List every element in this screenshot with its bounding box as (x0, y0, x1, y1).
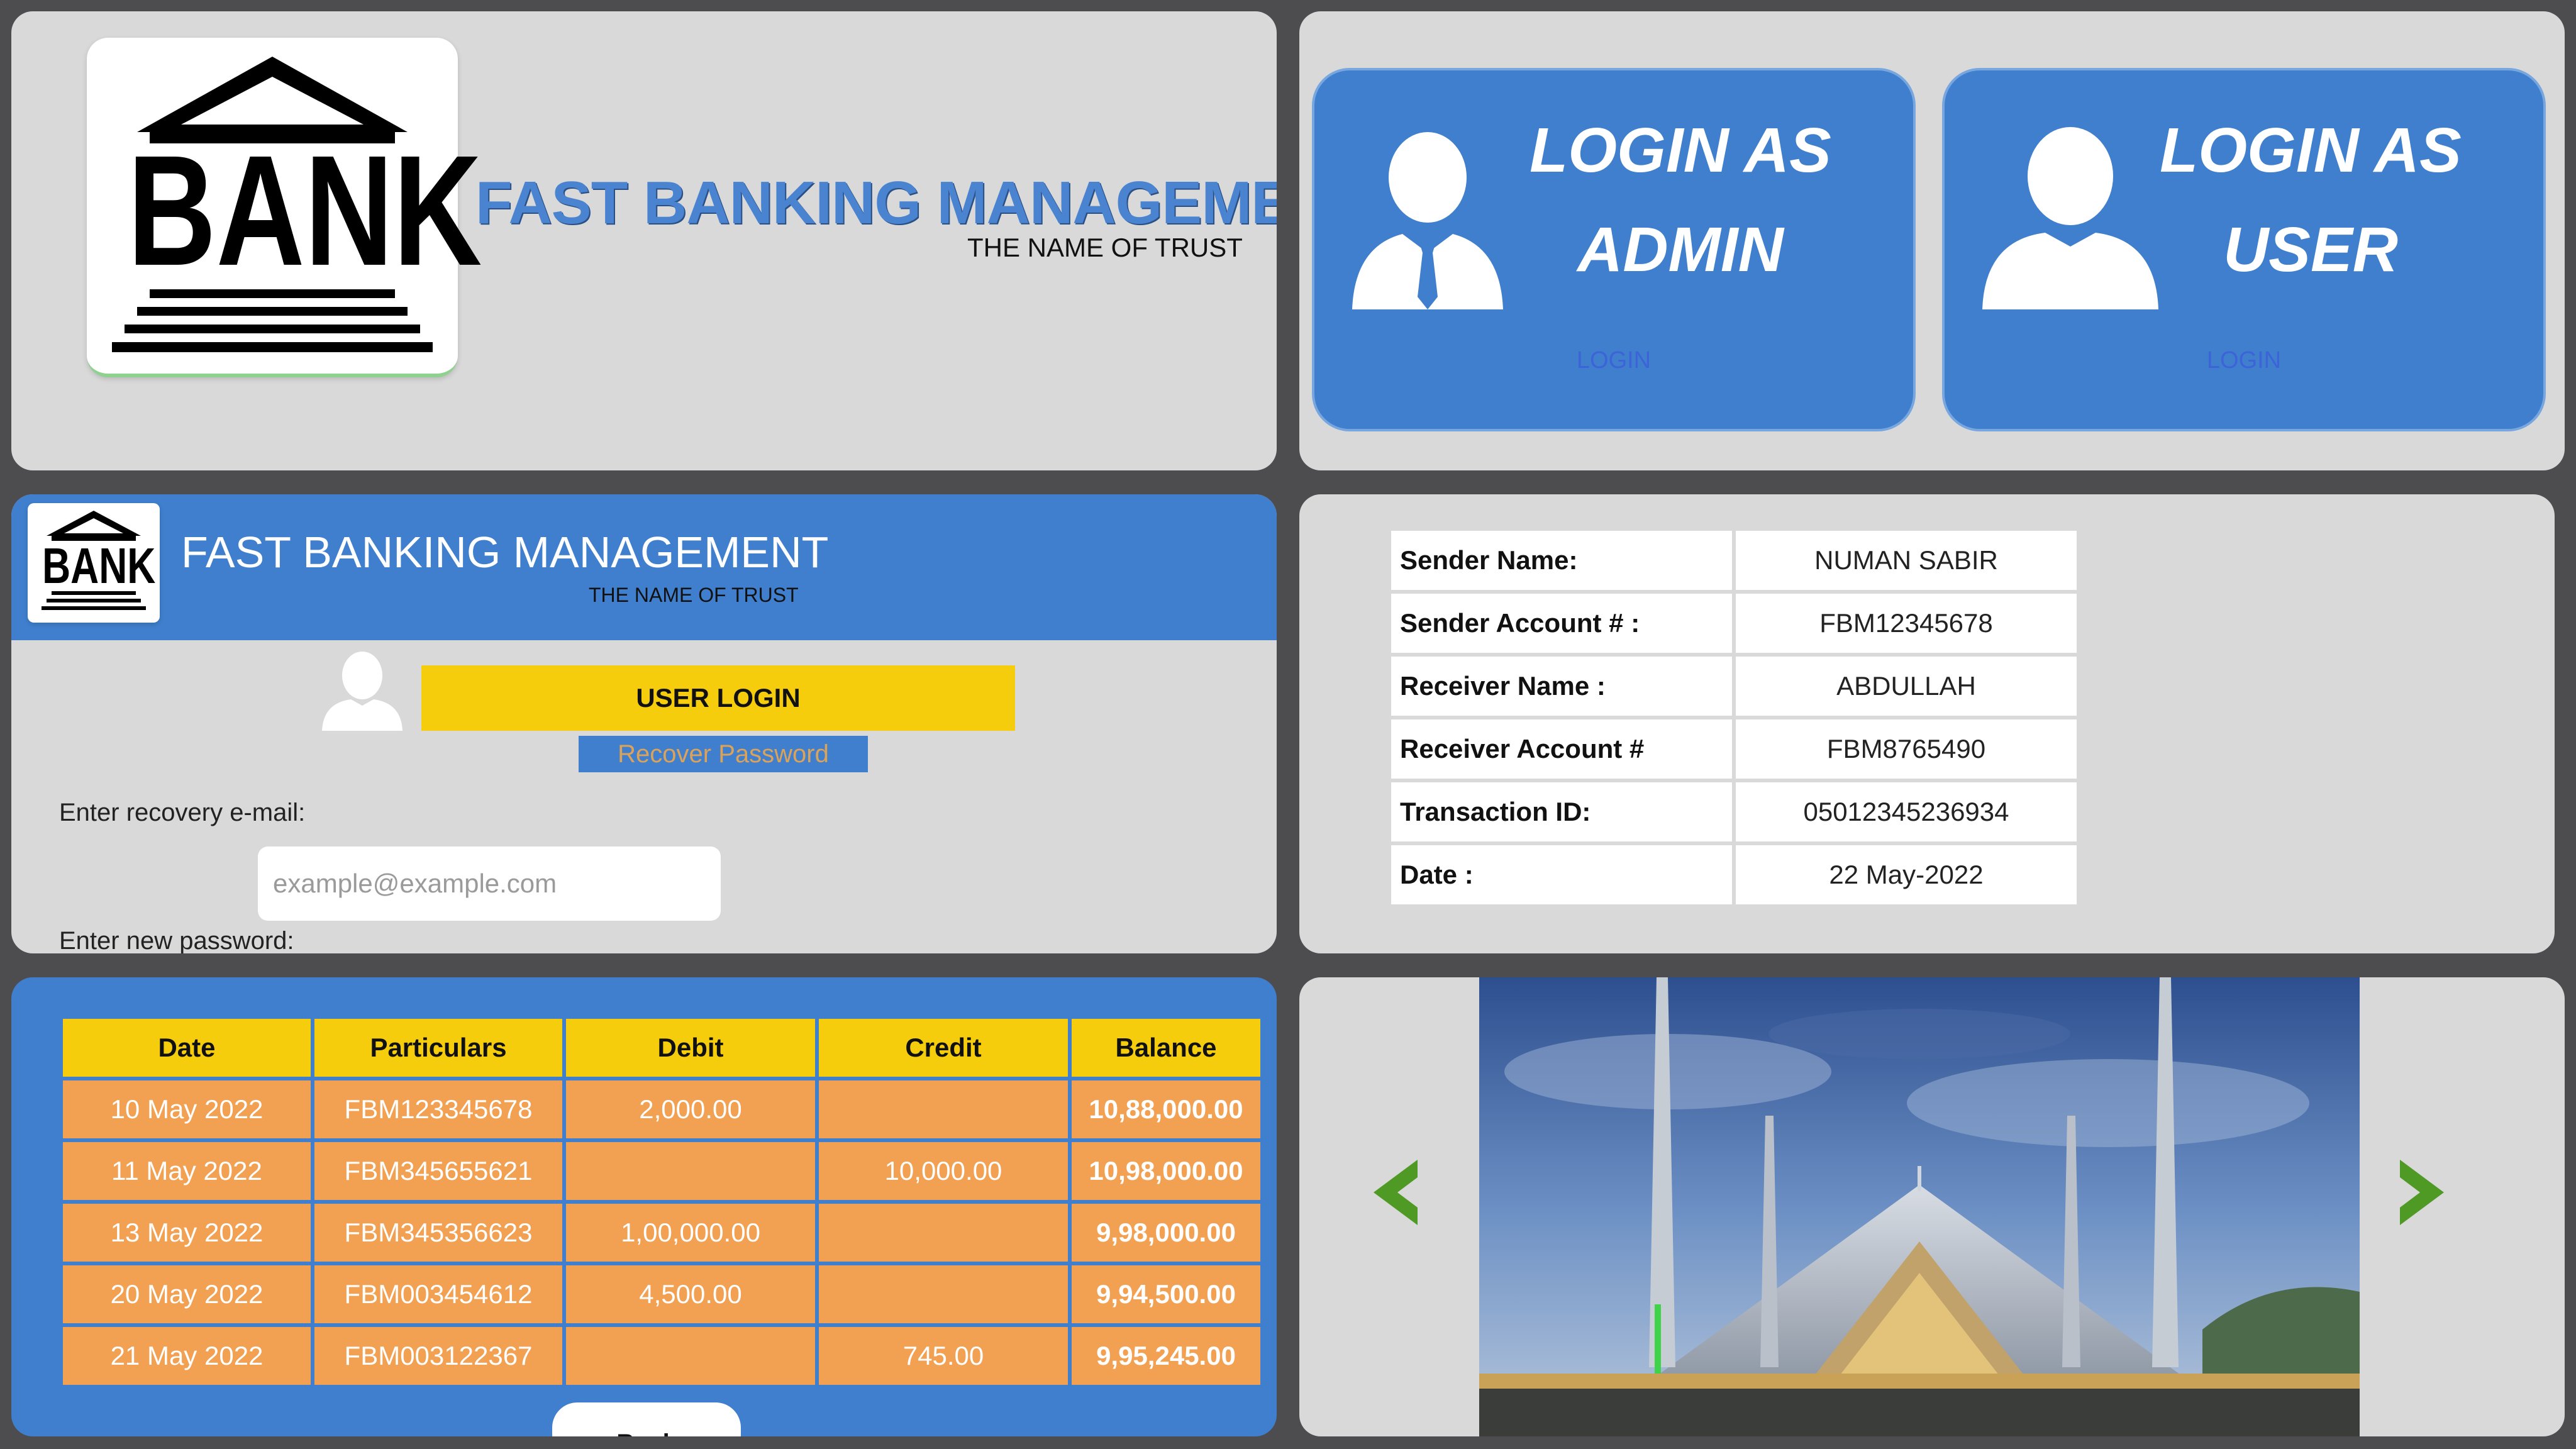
transaction-details-table: Sender Name: NUMAN SABIR Sender Account … (1387, 527, 2080, 908)
header-date: Date (63, 1019, 311, 1077)
table-row: Receiver Name : ABDULLAH (1391, 657, 2077, 716)
table-row: Receiver Account # FBM8765490 (1391, 719, 2077, 779)
bank-logo-text: BANK (42, 538, 156, 594)
mosque-photo (1479, 977, 2360, 1436)
header-balance: Balance (1072, 1019, 1260, 1077)
user-avatar-icon (322, 652, 402, 731)
cell-credit (819, 1204, 1068, 1262)
cell-balance: 10,88,000.00 (1072, 1080, 1260, 1138)
cell-particulars: FBM345655621 (314, 1142, 562, 1200)
recover-password-button[interactable]: Recover Password (579, 736, 868, 772)
header-credit: Credit (819, 1019, 1068, 1077)
login-user-card[interactable]: LOGIN AS USER LOGIN (1942, 68, 2546, 431)
receiver-name-label: Receiver Name : (1391, 657, 1732, 716)
cell-debit (566, 1327, 815, 1385)
cell-date: 13 May 2022 (63, 1204, 311, 1262)
cell-date: 10 May 2022 (63, 1080, 311, 1138)
chevron-right-icon[interactable] (2394, 1155, 2450, 1230)
sender-name-value: NUMAN SABIR (1736, 531, 2077, 590)
bank-logo: BANK (87, 38, 482, 377)
header-title: FAST BANKING MANAGEMENT (181, 528, 829, 577)
cell-date: 11 May 2022 (63, 1142, 311, 1200)
login-options-panel: LOGIN AS ADMIN LOGIN LOGIN AS USER LOGIN (1299, 11, 2565, 470)
header-tagline: THE NAME OF TRUST (589, 584, 799, 606)
password-recovery-panel: BANK FAST BANKING MANAGEMENT THE NAME OF… (11, 494, 1277, 953)
cell-balance: 9,94,500.00 (1072, 1265, 1260, 1323)
cell-particulars: FBM003122367 (314, 1327, 562, 1385)
table-header-row: Date Particulars Debit Credit Balance (63, 1019, 1260, 1077)
admin-user-icon (1352, 132, 1503, 309)
login-admin-title: LOGIN AS ADMIN (1492, 101, 1869, 299)
cell-debit: 2,000.00 (566, 1080, 815, 1138)
cell-debit: 1,00,000.00 (566, 1204, 815, 1262)
table-row: 20 May 2022 FBM003454612 4,500.00 9,94,5… (63, 1265, 1260, 1323)
date-value: 22 May-2022 (1736, 845, 2077, 904)
receiver-account-value: FBM8765490 (1736, 719, 2077, 779)
receiver-name-value: ABDULLAH (1736, 657, 2077, 716)
table-row: Date : 22 May-2022 (1391, 845, 2077, 904)
transaction-id-value: 05012345236934 (1736, 782, 2077, 841)
transaction-id-label: Transaction ID: (1391, 782, 1732, 841)
cell-credit (819, 1080, 1068, 1138)
user-login-button[interactable]: USER LOGIN (421, 665, 1015, 731)
login-admin-title-line2: ADMIN (1577, 214, 1784, 285)
cell-date: 21 May 2022 (63, 1327, 311, 1385)
table-row: Transaction ID: 05012345236934 (1391, 782, 2077, 841)
cell-balance: 9,95,245.00 (1072, 1327, 1260, 1385)
login-admin-link[interactable]: LOGIN (1314, 347, 1913, 374)
cell-credit (819, 1265, 1068, 1323)
back-button[interactable]: Back (552, 1402, 741, 1436)
cell-particulars: FBM345356623 (314, 1204, 562, 1262)
app-title: FAST BANKING MANAGEMENT (475, 169, 1277, 236)
mosque-image (1479, 977, 2360, 1436)
login-admin-title-line1: LOGIN AS (1530, 115, 1831, 186)
cell-date: 20 May 2022 (63, 1265, 311, 1323)
statement-table: Date Particulars Debit Credit Balance 10… (59, 1015, 1264, 1389)
chevron-left-icon[interactable] (1367, 1155, 1424, 1230)
table-row: Sender Account # : FBM12345678 (1391, 594, 2077, 653)
transaction-details-panel: Sender Name: NUMAN SABIR Sender Account … (1299, 494, 2555, 953)
table-row: 21 May 2022 FBM003122367 745.00 9,95,245… (63, 1327, 1260, 1385)
bank-logo-small: BANK (28, 503, 160, 623)
login-user-title: LOGIN AS USER (2122, 101, 2499, 299)
app-tagline: THE NAME OF TRUST (967, 233, 1243, 262)
recovery-email-input[interactable] (258, 847, 721, 921)
bank-logo-text: BANK (127, 123, 482, 298)
table-row: Sender Name: NUMAN SABIR (1391, 531, 2077, 590)
cell-particulars: FBM003454612 (314, 1265, 562, 1323)
sender-account-label: Sender Account # : (1391, 594, 1732, 653)
table-row: 11 May 2022 FBM345655621 10,000.00 10,98… (63, 1142, 1260, 1200)
receiver-account-label: Receiver Account # (1391, 719, 1732, 779)
cell-debit (566, 1142, 815, 1200)
recovery-email-label: Enter recovery e-mail: (59, 799, 306, 826)
date-label: Date : (1391, 845, 1732, 904)
new-password-label: Enter new password: (59, 927, 294, 953)
cell-credit: 745.00 (819, 1327, 1068, 1385)
sender-account-value: FBM12345678 (1736, 594, 2077, 653)
image-gallery-panel (1299, 977, 2565, 1436)
cell-debit: 4,500.00 (566, 1265, 815, 1323)
header-debit: Debit (566, 1019, 815, 1077)
account-statement-panel: Date Particulars Debit Credit Balance 10… (11, 977, 1277, 1436)
branding-panel: BANK FAST BANKING MANAGEMENT THE NAME OF… (11, 11, 1277, 470)
login-user-link[interactable]: LOGIN (1945, 347, 2543, 374)
login-admin-card[interactable]: LOGIN AS ADMIN LOGIN (1312, 68, 1916, 431)
header-particulars: Particulars (314, 1019, 562, 1077)
cell-balance: 10,98,000.00 (1072, 1142, 1260, 1200)
app-header: BANK FAST BANKING MANAGEMENT THE NAME OF… (11, 494, 1277, 640)
table-row: 13 May 2022 FBM345356623 1,00,000.00 9,9… (63, 1204, 1260, 1262)
sender-name-label: Sender Name: (1391, 531, 1732, 590)
cell-balance: 9,98,000.00 (1072, 1204, 1260, 1262)
cell-credit: 10,000.00 (819, 1142, 1068, 1200)
table-row: 10 May 2022 FBM123345678 2,000.00 10,88,… (63, 1080, 1260, 1138)
login-user-title-line2: USER (2223, 214, 2398, 285)
cell-particulars: FBM123345678 (314, 1080, 562, 1138)
login-user-title-line1: LOGIN AS (2160, 115, 2462, 186)
